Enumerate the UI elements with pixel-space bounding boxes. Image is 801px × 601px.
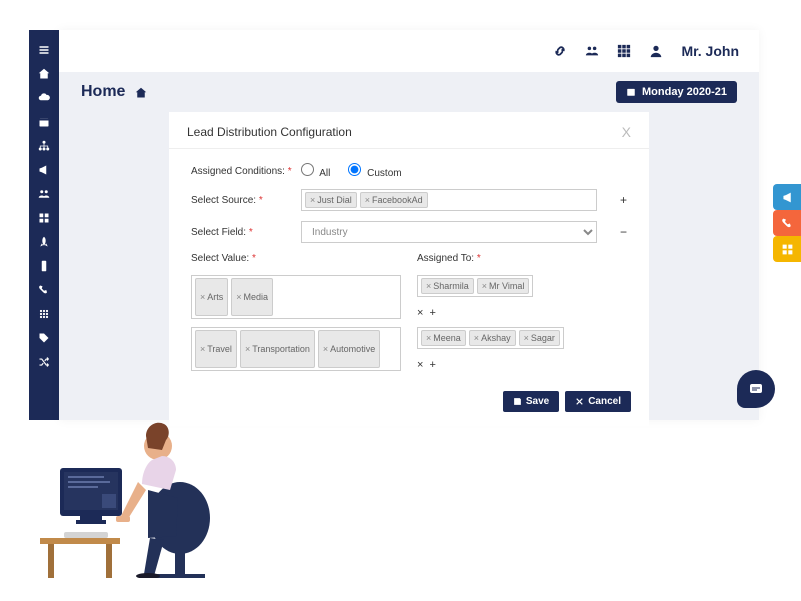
sidebar-phone[interactable]	[29, 278, 59, 302]
sidebar-users[interactable]	[29, 182, 59, 206]
tag-remove-icon[interactable]: ×	[426, 281, 431, 291]
tag[interactable]: ×Mr Vimal	[477, 278, 530, 294]
side-tab-notification[interactable]	[773, 184, 801, 210]
radio-all[interactable]: All	[301, 163, 330, 179]
users-icon[interactable]	[585, 44, 599, 58]
remove-icon[interactable]: −	[620, 225, 627, 239]
page-title: Home	[81, 83, 125, 101]
tag[interactable]: ×Sharmila	[421, 278, 474, 294]
tag[interactable]: ×Meena	[421, 330, 466, 346]
sidebar-calendar[interactable]	[29, 110, 59, 134]
tag[interactable]: ×Akshay	[469, 330, 516, 346]
sidebar-cloud[interactable]	[29, 86, 59, 110]
tag[interactable]: ×Transportation	[240, 330, 315, 368]
value-input-1[interactable]: ×Arts ×Media	[191, 275, 401, 319]
close-icon[interactable]: X	[622, 124, 631, 140]
home-icon[interactable]	[135, 86, 147, 98]
tag[interactable]: ×Media	[231, 278, 273, 316]
tag[interactable]: ×Arts	[195, 278, 228, 316]
close-icon	[575, 397, 584, 406]
assigned-input-2[interactable]: ×Meena ×Akshay ×Sagar	[417, 327, 564, 349]
sidebar-grid[interactable]	[29, 206, 59, 230]
chat-icon	[748, 381, 764, 397]
source-input[interactable]: ×Just Dial ×FacebookAd	[301, 189, 597, 211]
calendar-icon	[626, 87, 636, 97]
sidebar-megaphone[interactable]	[29, 158, 59, 182]
sidebar-rocket[interactable]	[29, 230, 59, 254]
save-button[interactable]: Save	[503, 391, 559, 412]
sidebar-hierarchy[interactable]	[29, 134, 59, 158]
remove-icon[interactable]: ×	[417, 359, 423, 371]
link-icon[interactable]	[553, 44, 567, 58]
content-area: Lead Distribution Configuration X Assign…	[59, 112, 759, 420]
tag-remove-icon[interactable]: ×	[365, 195, 370, 205]
date-badge[interactable]: Monday 2020-21	[616, 81, 737, 103]
tag-remove-icon[interactable]: ×	[524, 333, 529, 343]
sidebar-tag[interactable]	[29, 326, 59, 350]
user-icon[interactable]	[649, 44, 663, 58]
tag[interactable]: ×Travel	[195, 330, 237, 368]
select-source-label: Select Source: *	[191, 195, 301, 206]
tag-remove-icon[interactable]: ×	[200, 292, 205, 302]
tag-remove-icon[interactable]: ×	[426, 333, 431, 343]
sidebar-mobile[interactable]	[29, 254, 59, 278]
sidebar-shuffle[interactable]	[29, 350, 59, 374]
decorative-illustration	[30, 398, 240, 578]
sidebar	[29, 30, 59, 420]
tag-remove-icon[interactable]: ×	[200, 344, 205, 354]
select-field-label: Select Field: *	[191, 227, 301, 238]
modal-title: Lead Distribution Configuration	[187, 125, 352, 139]
tag-remove-icon[interactable]: ×	[310, 195, 315, 205]
assigned-input-1[interactable]: ×Sharmila ×Mr Vimal	[417, 275, 533, 297]
assigned-conditions-label: Assigned Conditions: *	[191, 166, 301, 177]
tag[interactable]: ×Just Dial	[305, 192, 357, 208]
sidebar-apps[interactable]	[29, 302, 59, 326]
user-name[interactable]: Mr. John	[681, 43, 739, 59]
assigned-to-label: Assigned To: *	[417, 253, 627, 264]
tag-remove-icon[interactable]: ×	[482, 281, 487, 291]
sidebar-menu-toggle[interactable]	[29, 38, 59, 62]
modal: Lead Distribution Configuration X Assign…	[169, 112, 649, 426]
add-icon[interactable]: +	[620, 193, 627, 207]
date-label: Monday 2020-21	[642, 86, 727, 98]
tag-remove-icon[interactable]: ×	[236, 292, 241, 302]
sidebar-home[interactable]	[29, 62, 59, 86]
tag[interactable]: ×Automotive	[318, 330, 380, 368]
chat-button[interactable]	[737, 370, 775, 408]
tag[interactable]: ×FacebookAd	[360, 192, 428, 208]
add-icon[interactable]: +	[429, 359, 435, 371]
side-tabs	[773, 184, 801, 262]
main-panel: Mr. John Home Monday 2020-21 Lead Distri…	[59, 30, 759, 420]
side-tab-phone[interactable]	[773, 210, 801, 236]
tag-remove-icon[interactable]: ×	[245, 344, 250, 354]
value-input-2[interactable]: ×Travel ×Transportation ×Automotive	[191, 327, 401, 371]
save-icon	[513, 397, 522, 406]
tag-remove-icon[interactable]: ×	[323, 344, 328, 354]
tag[interactable]: ×Sagar	[519, 330, 560, 346]
radio-custom[interactable]: Custom	[348, 163, 401, 179]
grid-icon[interactable]	[617, 44, 631, 58]
remove-icon[interactable]: ×	[417, 307, 423, 319]
breadcrumb-row: Home Monday 2020-21	[59, 72, 759, 112]
field-select[interactable]: Industry	[301, 221, 597, 243]
select-value-label: Select Value: *	[191, 253, 401, 264]
add-icon[interactable]: +	[429, 307, 435, 319]
cancel-button[interactable]: Cancel	[565, 391, 631, 412]
tag-remove-icon[interactable]: ×	[474, 333, 479, 343]
side-tab-grid[interactable]	[773, 236, 801, 262]
topbar: Mr. John	[59, 30, 759, 72]
